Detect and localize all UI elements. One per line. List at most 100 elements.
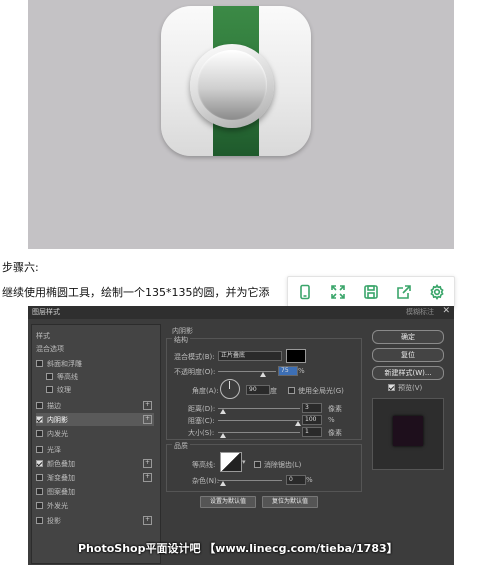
preview-label: 预览(V) [398,384,423,392]
contour-picker[interactable] [220,452,242,472]
blend-options-item[interactable]: 混合选项 [36,342,154,355]
checkbox[interactable] [36,517,43,524]
opacity-label: 不透明度(O): [174,368,216,376]
ok-button[interactable]: 确定 [372,330,444,344]
chevron-down-icon[interactable]: ▾ [242,458,246,466]
checkbox[interactable] [36,502,43,509]
choke-knob[interactable] [295,421,301,426]
noise-slider[interactable] [218,480,282,481]
close-icon[interactable]: ✕ [442,306,450,316]
checkbox[interactable] [36,402,43,409]
effect-item[interactable]: 斜面和浮雕 [36,357,154,370]
watermark: PhotoShop平面设计吧 【www.linecg.com/tieba/178… [78,542,398,555]
noise-input[interactable]: 0 [286,475,306,485]
blend-mode-select[interactable]: 正片叠底 [218,351,282,361]
checkbox[interactable] [36,446,43,453]
effect-item[interactable]: 外发光 [36,499,154,512]
inner-shadow-settings: 内阴影 结构 混合模式(B): 正片叠底 不透明度(O): 75 % 角度(A)… [162,324,362,562]
save-icon[interactable] [360,281,382,303]
angle-label: 角度(A): [192,387,219,395]
add-icon[interactable]: + [143,415,152,424]
noise-knob[interactable] [220,481,226,486]
checkbox[interactable] [36,360,43,367]
add-icon[interactable]: + [143,459,152,468]
angle-input[interactable]: 90 [246,385,270,395]
size-label: 大小(S): [188,429,215,437]
shadow-color-swatch[interactable] [286,349,306,363]
global-light-label: 使用全局光(G) [298,387,344,395]
style-preview-square [393,416,423,446]
opacity-input[interactable]: 75 [278,366,298,376]
step-body: 继续使用椭圆工具，绘制一个135*135的圆，并为它添 [2,286,270,299]
dialog-titlebar: 图层样式 模糊标注 ✕ [28,306,454,319]
choke-slider[interactable] [218,420,300,421]
add-icon[interactable]: + [143,516,152,525]
percent-unit: % [306,476,313,484]
styles-list: 样式 混合选项 斜面和浮雕 等高线 纹理 描边 + 内阴影 + 内发光 光泽 颜色叠… [31,324,161,564]
dialog-actions: 确定 复位 新建样式(W)... 预览(V) [370,324,452,562]
checkbox[interactable] [36,460,43,467]
reset-default-button[interactable]: 复位为默认值 [262,496,318,508]
noise-label: 杂色(N): [192,477,220,485]
effect-item[interactable]: 纹理 [46,383,154,396]
add-icon[interactable]: + [143,473,152,482]
angle-unit: 度 [270,387,277,395]
blend-mode-label: 混合模式(B): [174,353,215,361]
effect-item[interactable]: 图案叠加 [36,485,154,498]
dialog-title: 图层样式 [32,308,60,316]
size-input[interactable]: 1 [302,427,322,437]
styles-header[interactable]: 样式 [36,329,154,342]
size-knob[interactable] [220,433,226,438]
distance-knob[interactable] [220,409,226,414]
effect-item[interactable]: 描边 + [36,399,154,412]
layer-style-dialog: 图层样式 模糊标注 ✕ 样式 混合选项 斜面和浮雕 等高线 纹理 描边 + 内阴影… [28,306,454,565]
reset-button[interactable]: 复位 [372,348,444,362]
share-icon[interactable] [393,281,415,303]
settings-icon[interactable] [426,281,448,303]
checkbox[interactable] [36,488,43,495]
checkbox[interactable] [46,386,53,393]
anti-alias-checkbox[interactable] [254,461,261,468]
icon-preview-image [28,0,454,249]
angle-dial[interactable] [220,379,240,399]
choke-label: 阻塞(C): [188,417,215,425]
step-title: 步骤六: [2,261,39,274]
contour-label: 等高线: [192,461,216,469]
expand-icon[interactable] [327,281,349,303]
preview-checkbox[interactable] [388,384,395,391]
effect-item[interactable]: 渐变叠加 + [36,471,154,484]
effect-item-inner-shadow[interactable]: 内阴影 + [36,413,154,426]
silver-disc-inner [197,50,267,120]
opacity-knob[interactable] [260,372,266,377]
structure-label: 结构 [172,335,190,345]
anti-alias-label: 消除锯齿(L) [264,461,302,469]
checkbox[interactable] [46,373,53,380]
floating-toolbar [287,276,455,308]
checkbox[interactable] [36,474,43,481]
px-unit: 像素 [328,429,342,437]
distance-slider[interactable] [218,408,300,409]
quality-label: 品质 [172,441,190,451]
effect-item[interactable]: 光泽 [36,443,154,456]
opacity-slider[interactable] [218,371,276,372]
style-preview-swatch [372,398,444,470]
checkbox[interactable] [36,416,43,423]
effect-item[interactable]: 内发光 [36,427,154,440]
effect-item[interactable]: 颜色叠加 + [36,457,154,470]
new-style-button[interactable]: 新建样式(W)... [372,366,444,380]
effect-item[interactable]: 等高线 [46,370,154,383]
global-light-checkbox[interactable] [288,387,295,394]
checkbox[interactable] [36,430,43,437]
dialog-blurred-label: 模糊标注 [406,308,434,316]
phone-icon[interactable] [294,281,316,303]
distance-input[interactable]: 3 [302,403,322,413]
silver-disc [190,44,274,128]
add-icon[interactable]: + [143,401,152,410]
distance-label: 距离(D): [188,405,216,413]
make-default-button[interactable]: 设置为默认值 [200,496,256,508]
size-slider[interactable] [218,432,300,433]
effect-item[interactable]: 投影 + [36,514,154,527]
percent-unit: % [328,416,335,424]
app-icon [161,6,311,156]
choke-input[interactable]: 100 [302,415,322,425]
